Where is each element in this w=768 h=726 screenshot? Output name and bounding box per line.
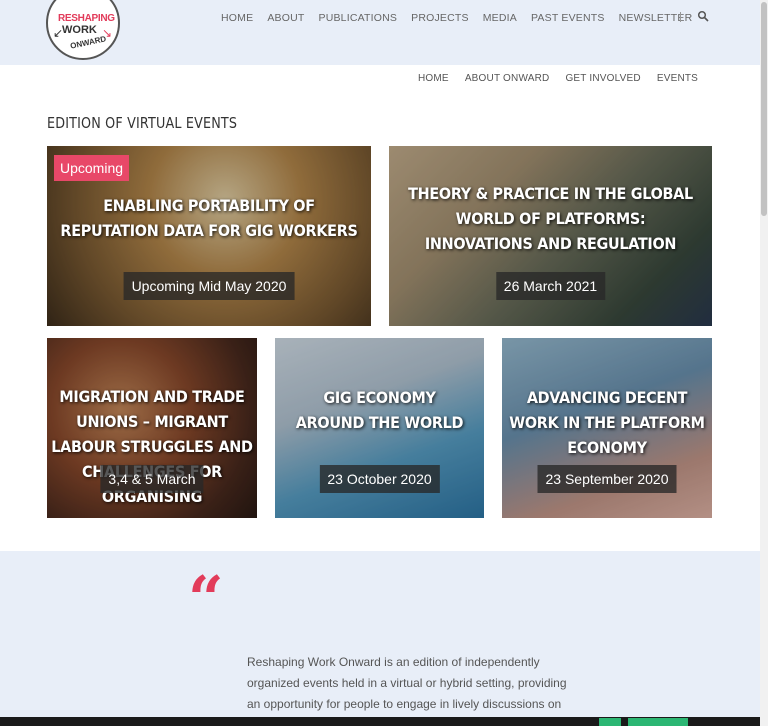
nav-projects[interactable]: PROJECTS: [411, 12, 469, 24]
quote-icon: “: [188, 562, 224, 635]
site-header: ↙ RESHAPING WORK ↘ ONWARD HOME ABOUT PUB…: [0, 0, 760, 65]
event-title: ENABLING PORTABILITY OF REPUTATION DATA …: [60, 196, 358, 240]
cookie-settings-button[interactable]: [628, 718, 688, 726]
event-card-global-platforms[interactable]: THEORY & PRACTICE IN THE GLOBAL WORLD OF…: [389, 146, 712, 326]
event-date: 26 March 2021: [495, 272, 606, 300]
nav-newsletter[interactable]: NEWSLETTER: [619, 12, 693, 24]
nav-home[interactable]: HOME: [221, 12, 253, 24]
event-title: GIG ECONOMY AROUND THE WORLD: [295, 388, 464, 432]
subnav-events[interactable]: EVENTS: [657, 73, 698, 84]
event-date: 23 October 2020: [319, 465, 440, 493]
nav-media[interactable]: MEDIA: [483, 12, 517, 24]
search-icon[interactable]: [697, 10, 709, 22]
main-navigation: HOME ABOUT PUBLICATIONS PROJECTS MEDIA P…: [221, 12, 706, 24]
nav-past-events[interactable]: PAST EVENTS: [531, 12, 605, 24]
nav-divider: [680, 12, 681, 22]
subnav-home[interactable]: HOME: [418, 73, 449, 84]
section-title: EDITION OF VIRTUAL EVENTS: [47, 114, 238, 132]
subnav-get-involved[interactable]: GET INVOLVED: [565, 73, 640, 84]
sub-navigation: HOME ABOUT ONWARD GET INVOLVED EVENTS: [418, 73, 714, 84]
event-card-decent-work[interactable]: ADVANCING DECENT WORK IN THE PLATFORM EC…: [502, 338, 712, 518]
nav-publications[interactable]: PUBLICATIONS: [318, 12, 397, 24]
logo-line-3: ONWARD: [69, 34, 107, 51]
event-card-reputation-data[interactable]: Upcoming ENABLING PORTABILITY OF REPUTAT…: [47, 146, 371, 326]
event-title: THEORY & PRACTICE IN THE GLOBAL WORLD OF…: [408, 184, 693, 253]
event-card-migration-trade-unions[interactable]: MIGRATION AND TRADE UNIONS – MIGRANT LAB…: [47, 338, 257, 518]
cookie-accept-button[interactable]: [599, 718, 621, 726]
scrollbar-thumb[interactable]: [761, 2, 767, 216]
reshaping-work-logo[interactable]: ↙ RESHAPING WORK ↘ ONWARD: [46, 0, 120, 60]
logo-line-1: RESHAPING: [58, 13, 115, 24]
upcoming-badge: Upcoming: [54, 155, 130, 181]
event-title: ADVANCING DECENT WORK IN THE PLATFORM EC…: [509, 388, 705, 457]
event-date: 23 September 2020: [537, 465, 677, 493]
event-card-gig-economy-world[interactable]: GIG ECONOMY AROUND THE WORLD 23 October …: [275, 338, 484, 518]
nav-about[interactable]: ABOUT: [267, 12, 304, 24]
subnav-about-onward[interactable]: ABOUT ONWARD: [465, 73, 550, 84]
about-text: Reshaping Work Onward is an edition of i…: [247, 655, 567, 711]
event-date: 3,4 & 5 March: [100, 465, 204, 493]
scrollbar[interactable]: [760, 0, 768, 726]
event-date: Upcoming Mid May 2020: [123, 272, 295, 300]
logo-line-2: WORK: [62, 24, 97, 36]
